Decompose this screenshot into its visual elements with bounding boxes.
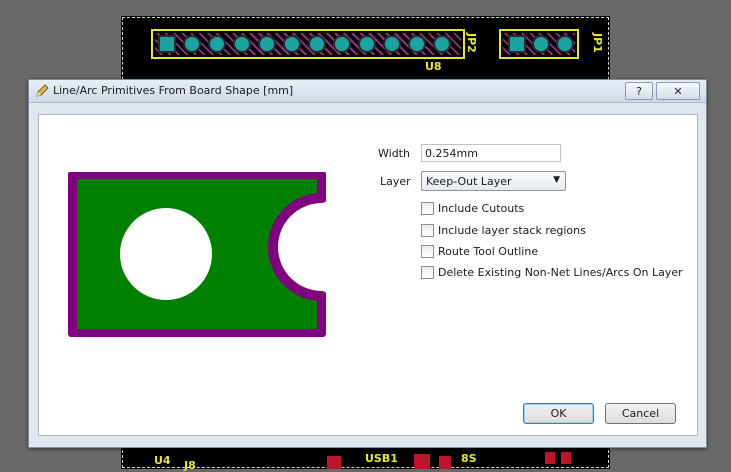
jp2-pin xyxy=(210,37,224,51)
jp2-pin xyxy=(235,37,249,51)
width-label: Width xyxy=(378,147,410,160)
layer-label: Layer xyxy=(380,175,411,188)
8s-label: 8S xyxy=(461,452,477,465)
include-cutouts-checkbox[interactable]: Include Cutouts xyxy=(421,200,524,216)
chevron-down-icon: ▼ xyxy=(553,175,560,185)
jp2-pin xyxy=(360,37,374,51)
board-shape-preview xyxy=(68,172,326,337)
checkbox-box[interactable] xyxy=(421,244,434,258)
delete-existing-lines-checkbox[interactable]: Delete Existing Non-Net Lines/Arcs On La… xyxy=(421,264,683,280)
line-arc-dialog: Line/Arc Primitives From Board Shape [mm… xyxy=(28,79,707,448)
include-layer-stack-regions-checkbox[interactable]: Include layer stack regions xyxy=(421,222,586,238)
cancel-button[interactable]: Cancel xyxy=(605,403,676,424)
component-pad xyxy=(439,456,451,469)
layer-dropdown[interactable]: Keep-Out Layer ▼ xyxy=(421,171,566,191)
checkbox-box[interactable] xyxy=(421,265,434,279)
board-hole xyxy=(120,208,212,300)
u4-label: U4 xyxy=(154,454,171,467)
jp2-pin xyxy=(260,37,274,51)
jp2-pin-1 xyxy=(160,37,174,51)
component-pad xyxy=(561,452,571,464)
jp1-label: JP1 xyxy=(591,33,604,53)
width-input[interactable] xyxy=(421,144,561,162)
usb1-label: USB1 xyxy=(365,452,398,465)
layer-selected-value: Keep-Out Layer xyxy=(426,175,512,188)
dialog-titlebar[interactable]: Line/Arc Primitives From Board Shape [mm… xyxy=(29,80,706,103)
component-pad xyxy=(414,454,430,469)
jp2-pin xyxy=(335,37,349,51)
jp2-pin xyxy=(410,37,424,51)
pencil-icon xyxy=(36,84,49,97)
jp2-label: JP2 xyxy=(465,33,478,53)
jp2-pin xyxy=(185,37,199,51)
jp1-header xyxy=(499,29,579,59)
dialog-content: Width Layer Keep-Out Layer ▼ Include Cut… xyxy=(38,114,698,436)
jp1-pin xyxy=(534,37,548,51)
help-button[interactable]: ? xyxy=(625,82,653,100)
jp2-header xyxy=(151,29,465,59)
checkbox-label: Delete Existing Non-Net Lines/Arcs On La… xyxy=(438,265,683,279)
jp2-pin xyxy=(310,37,324,51)
close-button[interactable]: ✕ xyxy=(656,82,700,100)
route-tool-outline-checkbox[interactable]: Route Tool Outline xyxy=(421,243,538,259)
component-pad xyxy=(545,452,555,464)
checkbox-box[interactable] xyxy=(421,201,434,215)
checkbox-box[interactable] xyxy=(421,223,434,237)
jp1-pin xyxy=(558,37,572,51)
u8-label: U8 xyxy=(425,60,442,73)
jp2-pin xyxy=(385,37,399,51)
checkbox-label: Route Tool Outline xyxy=(438,244,539,258)
ok-button[interactable]: OK xyxy=(523,403,594,424)
j8-label: J8 xyxy=(184,459,196,472)
checkbox-label: Include Cutouts xyxy=(438,201,525,215)
jp2-pin xyxy=(435,37,449,51)
jp1-pin-1 xyxy=(510,37,524,51)
checkbox-label: Include layer stack regions xyxy=(438,223,586,237)
jp2-pin xyxy=(285,37,299,51)
dialog-title: Line/Arc Primitives From Board Shape [mm… xyxy=(53,84,294,97)
component-pad xyxy=(327,456,341,469)
